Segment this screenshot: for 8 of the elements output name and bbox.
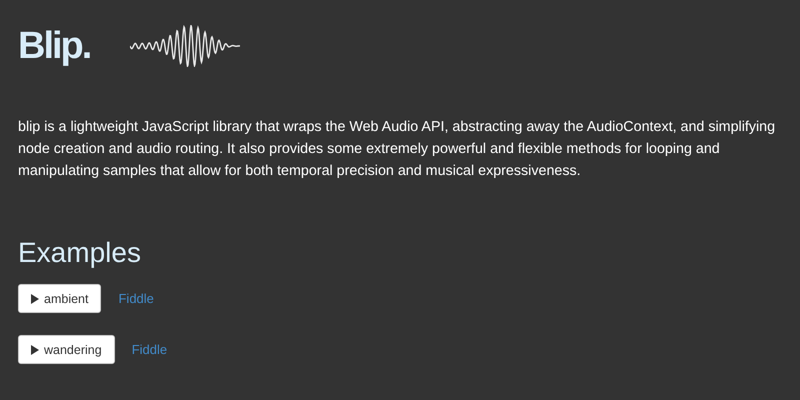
examples-heading: Examples — [18, 236, 142, 270]
description: blip is a lightweight JavaScript library that wraps the Web Audio API, abstracting away the AudioContext, and simplifying node creation and audio routing. It also provides some extremely powerful and flexible methods for looping and manipulating samples that allow for both temporal precision and musical expressiveness. — [18, 118, 776, 181]
play-button[interactable]: wandering — [18, 335, 115, 364]
site-title: Blip. — [18, 24, 92, 69]
play-icon — [31, 344, 39, 354]
waveform-icon — [130, 25, 242, 67]
play-button[interactable]: ambient — [18, 284, 102, 313]
play-icon — [31, 294, 39, 304]
